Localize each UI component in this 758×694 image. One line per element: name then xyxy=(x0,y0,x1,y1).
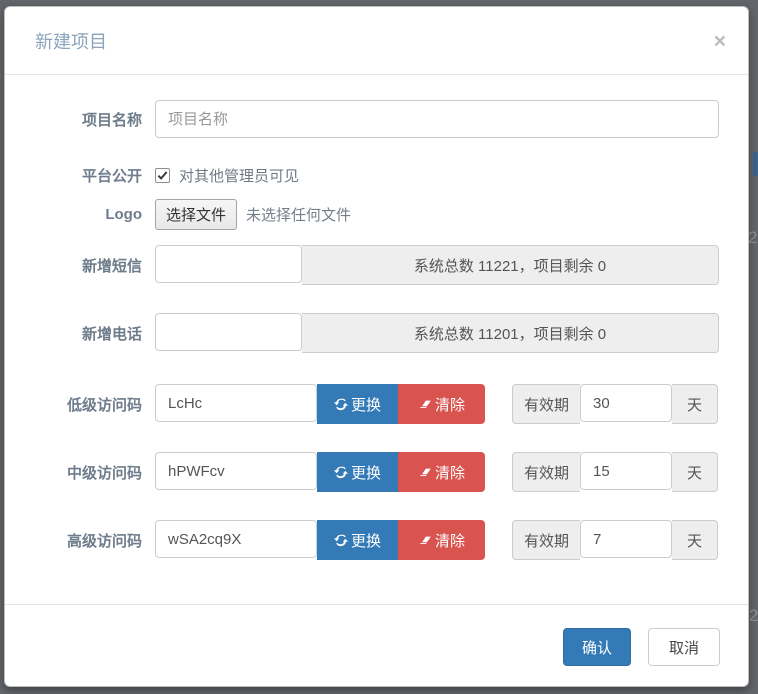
eraser-icon xyxy=(419,468,431,477)
sms-input[interactable] xyxy=(155,245,302,283)
choose-file-button[interactable]: 选择文件 xyxy=(155,199,238,230)
validity-label: 有效期 xyxy=(512,452,580,492)
row-logo: Logo 选择文件 未选择任何文件 xyxy=(35,199,719,230)
clear-button[interactable]: 清除 xyxy=(398,452,485,492)
refresh-icon xyxy=(333,398,348,411)
sms-label: 新增短信 xyxy=(81,257,142,275)
row-access-code-mid: 中级访问码 更换 清除 xyxy=(35,452,719,492)
access-code-high-input[interactable] xyxy=(155,520,317,558)
phone-input[interactable] xyxy=(155,313,302,351)
modal-header: 新建项目 × xyxy=(5,7,748,75)
replace-button[interactable]: 更换 xyxy=(317,452,398,492)
validity-label: 有效期 xyxy=(512,384,580,424)
close-icon[interactable]: × xyxy=(714,31,726,52)
checkmark-icon xyxy=(157,171,168,180)
row-phone: 新增电话 系统总数 11201，项目剩余 0 xyxy=(35,313,719,353)
phone-addon: 系统总数 11201，项目剩余 0 xyxy=(302,313,719,353)
backdrop-artifact-digit: 2 xyxy=(749,606,758,625)
validity-unit: 天 xyxy=(672,452,718,492)
backdrop-artifact-blue xyxy=(753,152,758,176)
modal-title: 新建项目 xyxy=(35,32,107,52)
backdrop-artifact-digit: 2 xyxy=(748,228,758,247)
confirm-button[interactable]: 确认 xyxy=(562,628,631,666)
validity-unit: 天 xyxy=(672,384,718,424)
logo-label: Logo xyxy=(105,206,142,223)
platform-public-checkbox-label: 对其他管理员可见 xyxy=(179,168,300,185)
cancel-button[interactable]: 取消 xyxy=(647,628,720,666)
row-project-name: 项目名称 xyxy=(35,100,719,138)
modal-footer: 确认 取消 xyxy=(5,604,748,692)
replace-button[interactable]: 更换 xyxy=(317,520,398,560)
access-code-low-label: 低级访问码 xyxy=(66,396,142,414)
access-code-high-label: 高级访问码 xyxy=(66,532,142,550)
access-code-mid-input[interactable] xyxy=(155,452,317,490)
validity-label: 有效期 xyxy=(512,520,580,560)
clear-button[interactable]: 清除 xyxy=(398,520,485,560)
eraser-icon xyxy=(419,536,431,545)
row-access-code-high: 高级访问码 更换 清除 xyxy=(35,520,719,560)
replace-button[interactable]: 更换 xyxy=(317,384,398,424)
sms-addon: 系统总数 11221，项目剩余 0 xyxy=(302,245,719,285)
phone-label: 新增电话 xyxy=(81,325,142,343)
validity-unit: 天 xyxy=(672,520,718,560)
access-code-mid-label: 中级访问码 xyxy=(66,464,142,482)
validity-days-mid-input[interactable] xyxy=(580,452,672,490)
refresh-icon xyxy=(333,466,348,479)
row-sms: 新增短信 系统总数 11221，项目剩余 0 xyxy=(35,245,719,285)
platform-public-checkbox[interactable] xyxy=(155,168,170,183)
file-status-text: 未选择任何文件 xyxy=(246,207,352,224)
project-name-label: 项目名称 xyxy=(81,111,142,129)
access-code-low-input[interactable] xyxy=(155,384,317,422)
validity-days-low-input[interactable] xyxy=(580,384,672,422)
platform-public-label: 平台公开 xyxy=(81,168,142,185)
modal-body: 项目名称 平台公开 对其他管理员可见 Logo 选择文件 未选择任何文 xyxy=(5,75,748,604)
refresh-icon xyxy=(333,534,348,547)
project-name-input[interactable] xyxy=(155,100,719,138)
clear-button[interactable]: 清除 xyxy=(398,384,485,424)
new-project-modal: 新建项目 × 项目名称 平台公开 对其他管理员可见 Logo xyxy=(4,6,749,687)
row-platform-public: 平台公开 对其他管理员可见 xyxy=(35,165,719,186)
row-access-code-low: 低级访问码 更换 清除 xyxy=(35,384,719,424)
eraser-icon xyxy=(419,400,431,409)
validity-days-high-input[interactable] xyxy=(580,520,672,558)
